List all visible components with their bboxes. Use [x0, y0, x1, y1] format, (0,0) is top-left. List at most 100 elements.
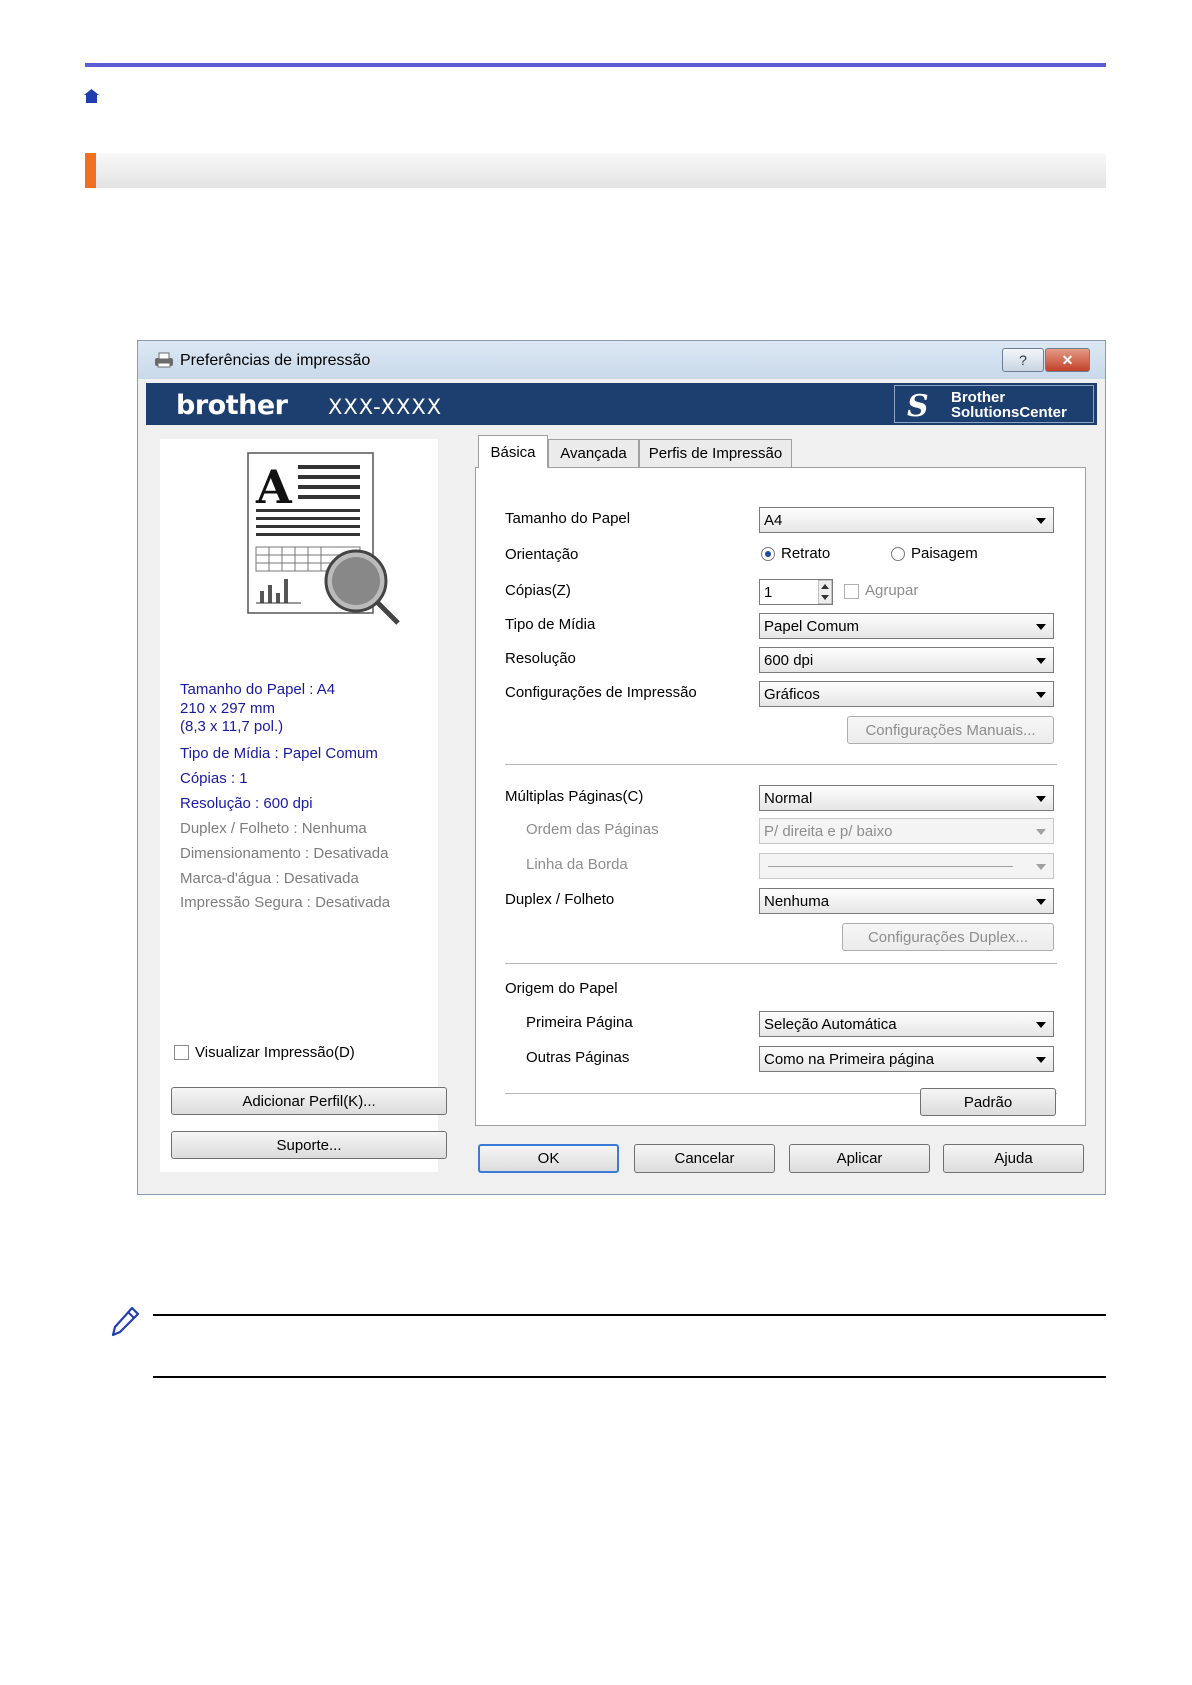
help-button[interactable]: ? [1002, 348, 1044, 372]
info-paper-dimensions-mm: 210 x 297 mm [180, 700, 276, 717]
solutions-center-icon: S [907, 389, 929, 424]
paper-size-value: A4 [764, 511, 783, 529]
print-settings-select[interactable]: Gráficos [759, 681, 1054, 707]
print-settings-label: Configurações de Impressão [505, 684, 697, 701]
manual-settings-button[interactable]: Configurações Manuais... [847, 716, 1054, 744]
model-name: XXX-XXXX [328, 395, 443, 419]
page-order-value: P/ direita e p/ baixo [764, 822, 893, 840]
collate-checkbox[interactable] [844, 584, 859, 599]
home-icon[interactable] [84, 89, 99, 103]
other-pages-label: Outras Páginas [526, 1049, 630, 1066]
divider [505, 963, 1057, 964]
solutions-center-button[interactable]: S Brother SolutionsCenter [894, 385, 1094, 424]
solutions-center-label-1: Brother [951, 389, 1006, 406]
info-resolution: Resolução : 600 dpi [180, 795, 313, 812]
border-line-sample [768, 865, 1013, 867]
info-copies: Cópias : 1 [180, 770, 248, 787]
print-settings-value: Gráficos [764, 685, 820, 703]
print-preferences-dialog: Preferências de impressão ? ✕ brother XX… [137, 340, 1106, 1195]
info-scaling: Dimensionamento : Desativada [180, 845, 389, 862]
chevron-down-icon [1036, 692, 1046, 698]
paper-size-label: Tamanho do Papel [505, 510, 631, 527]
collate-label: Agrupar [865, 582, 919, 599]
multiple-pages-value: Normal [764, 789, 813, 807]
media-type-select[interactable]: Papel Comum [759, 613, 1054, 639]
preview-panel: A Tamanho do Papel : A4 210 x 297 mm (8,… [160, 439, 438, 1172]
paper-size-select[interactable]: A4 [759, 507, 1054, 533]
info-paper-dimensions-in: (8,3 x 11,7 pol.) [180, 718, 284, 735]
landscape-radio[interactable] [891, 547, 905, 561]
chevron-down-icon [1036, 518, 1046, 524]
chevron-down-icon [1036, 658, 1046, 664]
landscape-label: Paisagem [911, 545, 978, 562]
chevron-down-icon [1036, 796, 1046, 802]
add-profile-button[interactable]: Adicionar Perfil(K)... [171, 1087, 447, 1115]
basic-tab-panel: Tamanho do Papel A4 Orientação Retrato P… [475, 467, 1086, 1126]
note-bottom-rule [153, 1376, 1106, 1378]
first-page-value: Seleção Automática [764, 1015, 897, 1033]
portrait-label: Retrato [781, 545, 831, 562]
ok-button[interactable]: OK [478, 1144, 619, 1173]
svg-text:A: A [255, 460, 293, 514]
chevron-down-icon [1036, 624, 1046, 630]
copies-value: 1 [764, 583, 773, 601]
media-type-label: Tipo de Mídia [505, 616, 596, 633]
border-line-label: Linha da Borda [526, 856, 628, 873]
first-page-label: Primeira Página [526, 1014, 633, 1031]
info-secure-print: Impressão Segura : Desativada [180, 894, 391, 911]
multiple-pages-select[interactable]: Normal [759, 785, 1054, 811]
pencil-icon [111, 1306, 140, 1337]
chevron-down-icon [1036, 1022, 1046, 1028]
apply-button[interactable]: Aplicar [789, 1144, 930, 1173]
dialog-title: Preferências de impressão [180, 352, 371, 369]
print-preview-checkbox[interactable] [174, 1045, 189, 1060]
chevron-down-icon [1036, 864, 1046, 870]
media-type-value: Papel Comum [764, 617, 860, 635]
stepper-arrows-icon[interactable] [818, 580, 832, 604]
page-order-label: Ordem das Páginas [526, 821, 659, 838]
other-pages-select[interactable]: Como na Primeira página [759, 1046, 1054, 1072]
resolution-value: 600 dpi [764, 651, 814, 669]
duplex-settings-button[interactable]: Configurações Duplex... [842, 923, 1054, 951]
tab-basic[interactable]: Básica [478, 435, 548, 468]
brother-logo: brother [176, 390, 288, 421]
info-media-type: Tipo de Mídia : Papel Comum [180, 745, 378, 762]
page-order-select[interactable]: P/ direita e p/ baixo [759, 818, 1054, 844]
info-watermark: Marca-d'água : Desativada [180, 870, 359, 887]
copies-label: Cópias(Z) [505, 582, 571, 599]
top-rule [85, 63, 1106, 67]
multiple-pages-label: Múltiplas Páginas(C) [505, 788, 644, 805]
paper-source-label: Origem do Papel [505, 980, 618, 997]
tab-print-profiles[interactable]: Perfis de Impressão [639, 439, 792, 467]
duplex-select[interactable]: Nenhuma [759, 888, 1054, 914]
default-button[interactable]: Padrão [920, 1088, 1056, 1116]
divider [505, 764, 1057, 765]
info-duplex: Duplex / Folheto : Nenhuma [180, 820, 367, 837]
section-accent [85, 153, 96, 188]
solutions-center-label-2: SolutionsCenter [951, 404, 1067, 421]
help-footer-button[interactable]: Ajuda [943, 1144, 1084, 1173]
orientation-label: Orientação [505, 546, 579, 563]
chevron-down-icon [1036, 829, 1046, 835]
print-preview-label: Visualizar Impressão(D) [195, 1044, 355, 1061]
resolution-label: Resolução [505, 650, 576, 667]
support-button[interactable]: Suporte... [171, 1131, 447, 1159]
other-pages-value: Como na Primeira página [764, 1050, 935, 1068]
brand-bar: brother XXX-XXXX S Brother SolutionsCent… [146, 383, 1097, 425]
first-page-select[interactable]: Seleção Automática [759, 1011, 1054, 1037]
printer-icon [155, 352, 173, 368]
page-preview-image: A [247, 452, 400, 625]
border-line-select[interactable] [759, 853, 1054, 879]
resolution-select[interactable]: 600 dpi [759, 647, 1054, 673]
note-top-rule [153, 1314, 1106, 1316]
tab-advanced[interactable]: Avançada [548, 439, 639, 467]
section-header-bar [85, 153, 1106, 188]
chevron-down-icon [1036, 899, 1046, 905]
title-bar: Preferências de impressão ? ✕ [138, 341, 1105, 379]
info-paper-size: Tamanho do Papel : A4 [180, 681, 336, 698]
cancel-button[interactable]: Cancelar [634, 1144, 775, 1173]
duplex-value: Nenhuma [764, 892, 830, 910]
chevron-down-icon [1036, 1057, 1046, 1063]
portrait-radio[interactable] [761, 547, 775, 561]
close-button[interactable]: ✕ [1045, 348, 1090, 372]
